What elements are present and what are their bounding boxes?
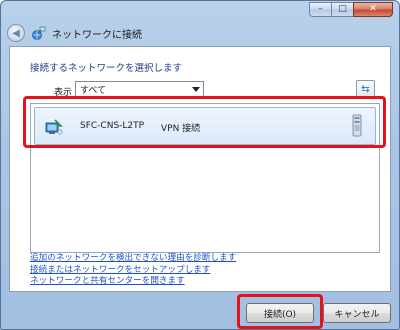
network-highlight-frame bbox=[23, 96, 386, 148]
network-connection-icon bbox=[32, 26, 46, 40]
minimize-button[interactable]: – bbox=[309, 2, 331, 17]
content-panel: 接続するネットワークを選択します 表示 すべて ⇆ SFC-CNS-L2TP V… bbox=[9, 46, 391, 292]
connect-to-network-window: – □ ✕ ◀ ネットワークに接続 接続するネットワークを選択します 表示 すべ… bbox=[0, 0, 400, 330]
network-sharing-center-link[interactable]: ネットワークと共有センターを開きます bbox=[30, 276, 236, 288]
caption-buttons: – □ ✕ bbox=[309, 2, 393, 17]
setup-connection-link[interactable]: 接続またはネットワークをセットアップします bbox=[30, 265, 236, 277]
chevron-down-icon bbox=[192, 87, 200, 92]
maximize-button[interactable]: □ bbox=[331, 2, 353, 17]
window-title: ネットワークに接続 bbox=[52, 29, 142, 41]
instruction-text: 接続するネットワークを選択します bbox=[30, 63, 183, 74]
cancel-button[interactable]: キャンセル bbox=[323, 303, 391, 323]
back-button[interactable]: ◀ bbox=[7, 24, 25, 42]
connect-highlight-frame bbox=[237, 294, 323, 329]
filter-selected-value: すべて bbox=[80, 86, 107, 96]
title-bar: ◀ ネットワークに接続 bbox=[7, 23, 142, 43]
diagnose-link[interactable]: 追加のネットワークを検出できない理由を診断します bbox=[30, 253, 236, 265]
refresh-icon: ⇆ bbox=[361, 83, 370, 95]
action-links: 追加のネットワークを検出できない理由を診断します 接続またはネットワークをセット… bbox=[30, 253, 236, 288]
back-arrow-icon: ◀ bbox=[12, 27, 20, 39]
close-button[interactable]: ✕ bbox=[353, 2, 393, 17]
